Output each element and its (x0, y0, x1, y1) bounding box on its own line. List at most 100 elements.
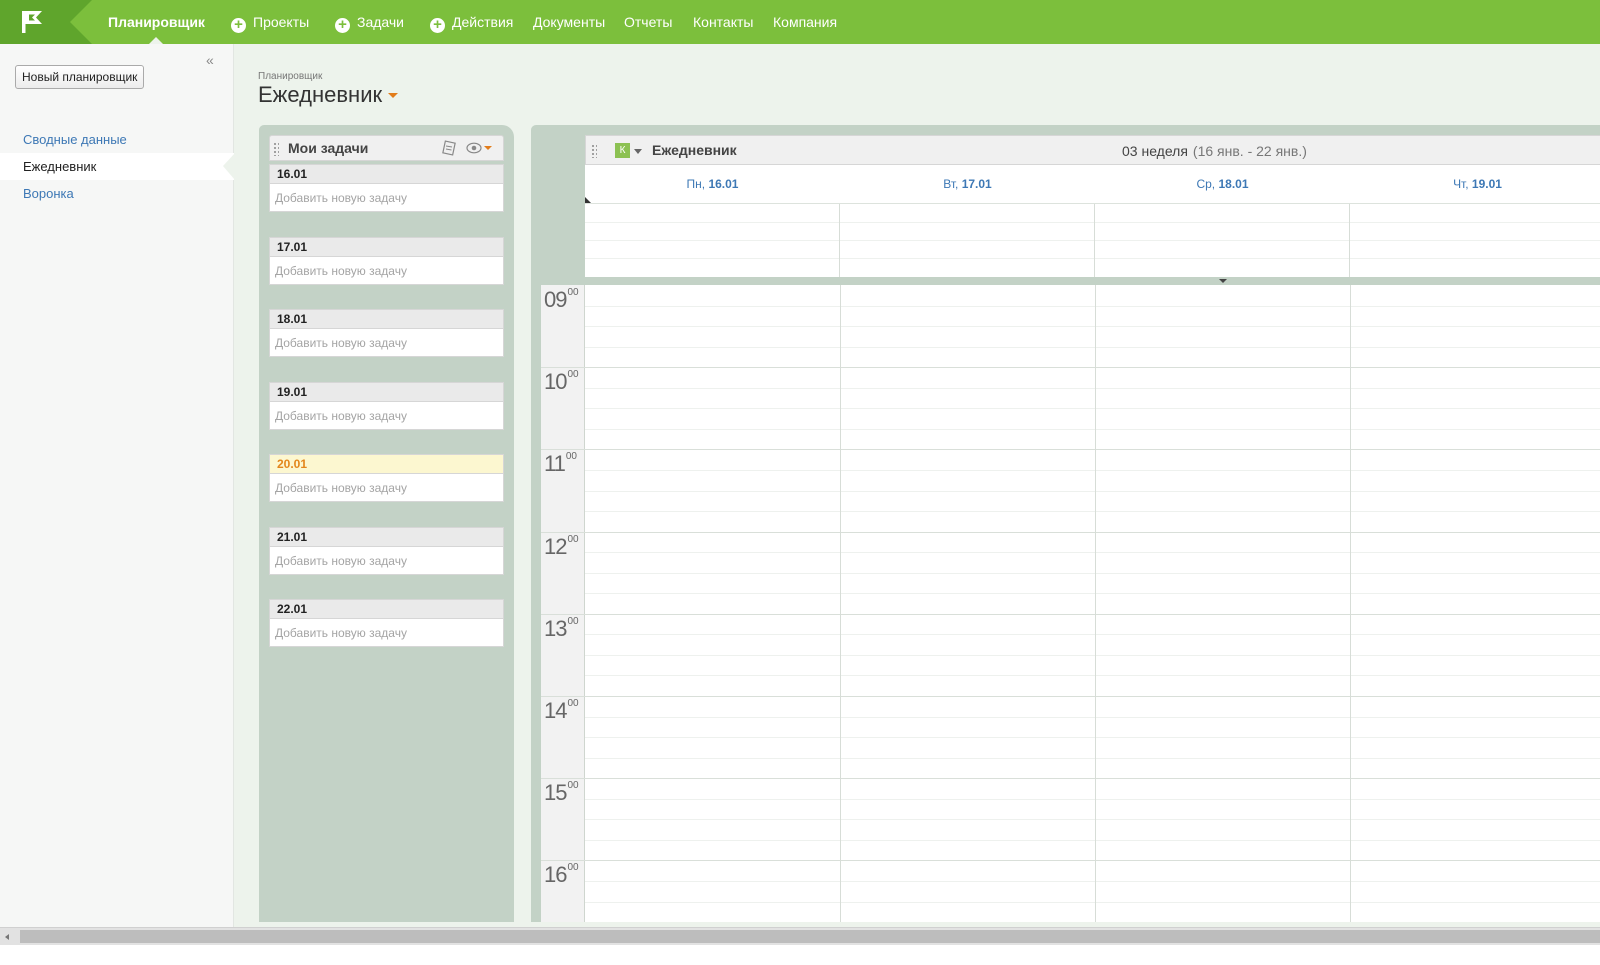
new-planner-button[interactable]: Новый планировщик (15, 65, 145, 89)
hour-value: 09 (544, 287, 568, 312)
task-day-block: 18.01 Добавить новую задачу (269, 309, 504, 357)
collapse-sidebar-icon[interactable]: « (206, 52, 214, 68)
flag-icon (0, 0, 92, 44)
minute-value: 00 (567, 287, 579, 298)
plus-circle-icon: + (231, 17, 246, 33)
nav-item-4[interactable]: Документы (533, 0, 605, 44)
minute-value: 00 (567, 698, 579, 709)
hour-line (541, 449, 1600, 451)
quarter-line (585, 346, 1600, 348)
weekday-name: Чт, (1453, 177, 1469, 191)
sidebar-item-1[interactable]: Ежедневник (0, 153, 235, 180)
nav-item-3[interactable]: + Действия (430, 0, 513, 44)
add-task-input[interactable]: Добавить новую задачу (269, 546, 504, 575)
hour-line (541, 613, 1600, 615)
nav-item-1[interactable]: + Проекты (231, 0, 309, 44)
minute-value: 00 (567, 862, 579, 874)
grid-line (585, 222, 1600, 223)
horizontal-scrollbar[interactable] (0, 927, 1600, 945)
eye-icon[interactable] (466, 141, 482, 155)
add-task-input[interactable]: Добавить новую задачу (269, 401, 504, 430)
add-task-input[interactable]: Добавить новую задачу (269, 474, 504, 502)
nav-item-label: Задачи (357, 14, 405, 30)
quarter-line (585, 469, 1600, 471)
task-day-block: 16.01 Добавить новую задачу (269, 164, 504, 212)
quarter-line (585, 490, 1600, 492)
nav-item-label: Проекты (253, 14, 310, 30)
hour-line (541, 531, 1600, 533)
add-task-input[interactable]: Добавить новую задачу (269, 619, 504, 647)
notes-icon[interactable] (441, 140, 457, 156)
all-day-events-area[interactable] (585, 204, 1600, 277)
hour-label: 1600 (544, 862, 579, 888)
nav-item-label: Компания (773, 14, 838, 30)
plus-circle-icon: + (430, 17, 445, 33)
hour-line (541, 860, 1600, 862)
hour-value: 14 (544, 698, 568, 723)
quarter-line (585, 839, 1600, 841)
chevron-down-icon[interactable] (634, 149, 642, 154)
my-tasks-header: Мои задачи (269, 135, 504, 161)
drag-handle-icon[interactable] (591, 144, 597, 158)
breadcrumb[interactable]: Планировщик (258, 71, 322, 82)
day-column-divider (1350, 285, 1351, 922)
all-day-splitter[interactable] (585, 277, 1600, 285)
hour-label: 1300 (544, 616, 579, 642)
quarter-line (585, 716, 1600, 718)
grid-line (585, 258, 1600, 259)
minute-value: 00 (567, 615, 579, 627)
chevron-down-icon[interactable] (1219, 279, 1227, 283)
day-column-divider (1094, 204, 1095, 277)
quarter-line (585, 511, 1600, 513)
minute-value: 00 (565, 451, 577, 463)
hour-label: 1500 (544, 780, 579, 806)
quarter-line (585, 387, 1600, 389)
weekday-date: 16.01 (708, 177, 739, 191)
nav-item-label: Контакты (693, 14, 754, 30)
task-day-date: 21.01 (269, 526, 504, 547)
calendar-color-badge[interactable]: К (615, 143, 630, 158)
app-logo[interactable] (0, 0, 92, 44)
weekday-header-1[interactable]: Вт, 17.01 (840, 177, 1095, 191)
weekday-header-3[interactable]: Чт, 19.01 (1350, 177, 1600, 191)
task-day-date: 17.01 (269, 236, 504, 257)
weekday-header-0[interactable]: Пн, 16.01 (585, 177, 840, 191)
nav-item-7[interactable]: Компания (773, 0, 837, 44)
chevron-down-icon[interactable] (388, 93, 399, 98)
nav-item-label: Документы (533, 14, 606, 30)
add-task-input[interactable]: Добавить новую задачу (269, 184, 504, 212)
day-column-divider (1349, 204, 1350, 277)
time-grid[interactable]: 0900 1000 1100 1200 1300 1400 1500 1600 (541, 285, 1600, 922)
page-title-text: Ежедневник (258, 82, 383, 107)
nav-item-6[interactable]: Контакты (693, 0, 753, 44)
quarter-line (585, 757, 1600, 759)
top-navigation-bar: Планировщик + Проекты + Задачи + Действия Докум… (0, 0, 1600, 44)
quarter-line (585, 901, 1600, 903)
quarter-line (585, 880, 1600, 882)
scroll-left-icon[interactable] (5, 934, 9, 940)
sidebar-item-2[interactable]: Воронка (0, 180, 234, 207)
scrollbar-thumb[interactable] (20, 930, 1600, 943)
sidebar-item-0[interactable]: Сводные данные (0, 126, 234, 153)
quarter-line (585, 326, 1600, 328)
weekday-header-row: Пн, 16.01 Вт, 17.01 Ср, 18.01 Чт, 19.01 (585, 165, 1600, 204)
weekday-name: Вт, (943, 177, 959, 191)
hour-line (541, 367, 1600, 369)
hours-column: 0900 1000 1100 1200 1300 1400 1500 1600 (541, 285, 585, 922)
drag-handle-icon[interactable] (273, 142, 279, 156)
week-number: 03 неделя (1122, 143, 1188, 159)
weekday-date: 17.01 (961, 177, 992, 191)
week-range: (16 янв. - 22 янв.) (1192, 143, 1307, 159)
page-title[interactable]: Ежедневник (258, 82, 399, 108)
nav-item-label: Планировщик (108, 14, 205, 30)
quarter-line (585, 572, 1600, 574)
week-label: 03 неделя (16 янв. - 22 янв.) (1122, 143, 1307, 159)
hour-value: 12 (544, 533, 568, 559)
weekday-header-2[interactable]: Ср, 18.01 (1095, 177, 1350, 191)
quarter-line (585, 305, 1600, 307)
nav-item-5[interactable]: Отчеты (624, 0, 672, 44)
nav-item-2[interactable]: + Задачи (335, 0, 404, 44)
add-task-input[interactable]: Добавить новую задачу (269, 256, 504, 285)
add-task-input[interactable]: Добавить новую задачу (269, 329, 504, 357)
chevron-down-icon[interactable] (484, 146, 492, 150)
